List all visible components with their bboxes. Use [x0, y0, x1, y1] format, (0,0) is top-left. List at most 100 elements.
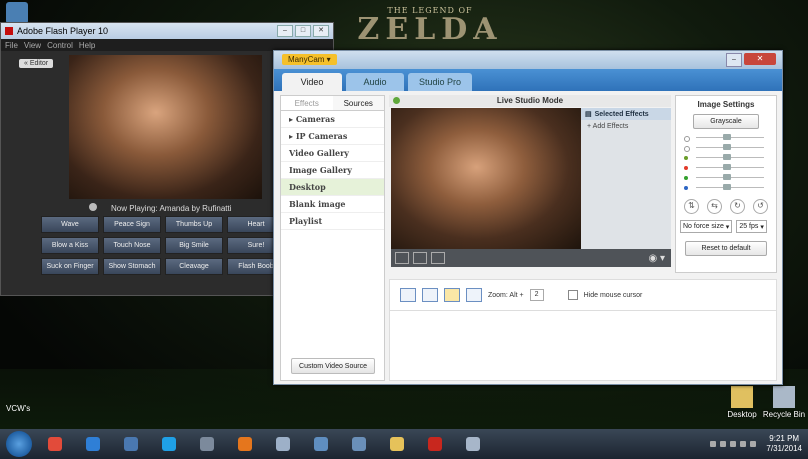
menu-control[interactable]: Control — [47, 41, 73, 50]
taskbar-app[interactable] — [456, 432, 490, 456]
action-button[interactable]: Cleavage — [165, 258, 223, 275]
preview-toolbar: ◉ ▾ — [391, 249, 671, 267]
source-item-cameras[interactable]: ▸ Cameras — [281, 111, 384, 128]
tray-icon[interactable] — [730, 441, 737, 447]
manycam-window[interactable]: ManyCam ▾ – ✕ Video Audio Studio Pro Eff… — [273, 50, 783, 385]
disc-icon — [314, 437, 328, 451]
capture-window-icon[interactable] — [422, 288, 438, 302]
taskbar-app[interactable] — [380, 432, 414, 456]
source-item-image-gallery[interactable]: Image Gallery — [281, 162, 384, 179]
menu-view[interactable]: View — [24, 41, 41, 50]
capture-full-screen-icon[interactable] — [400, 288, 416, 302]
capture-follow-icon[interactable] — [466, 288, 482, 302]
single-view-icon[interactable] — [395, 252, 409, 264]
capture-area-icon[interactable] — [444, 288, 460, 302]
saturation-slider[interactable] — [684, 153, 768, 163]
add-effects-button[interactable]: + Add Effects — [581, 120, 671, 133]
blue-slider[interactable] — [684, 183, 768, 193]
force-size-select[interactable]: No force size ▾ — [680, 220, 733, 233]
flash-video-frame — [69, 55, 262, 199]
clock[interactable]: 9:21 PM 7/31/2014 — [766, 434, 802, 454]
taskbar-app[interactable] — [228, 432, 262, 456]
flash-icon — [5, 27, 13, 35]
flip-horizontal-icon[interactable]: ⇆ — [707, 199, 722, 214]
recycle-bin-icon — [773, 386, 795, 408]
menu-file[interactable]: File — [5, 41, 18, 50]
brightness-slider[interactable] — [684, 133, 768, 143]
tab-effects[interactable]: Effects — [281, 96, 333, 110]
manycam-brand-menu[interactable]: ManyCam ▾ — [282, 54, 337, 65]
desktop-folder-shortcut[interactable]: Desktop — [722, 386, 762, 419]
window-icon — [276, 437, 290, 451]
clock-time: 9:21 PM — [769, 434, 800, 443]
live-status-icon — [393, 97, 400, 104]
video-preview[interactable] — [391, 108, 581, 249]
tray-icon[interactable] — [720, 441, 727, 447]
force-size-value: No force size — [683, 223, 724, 230]
action-button[interactable]: Peace Sign — [103, 216, 161, 233]
rotate-left-icon[interactable]: ↺ — [753, 199, 768, 214]
action-button[interactable]: Show Stomach — [103, 258, 161, 275]
image-settings-panel: Image Settings Grayscale ⇅ ⇆ ↻ ↺ No forc… — [675, 95, 777, 273]
red-slider[interactable] — [684, 163, 768, 173]
folder-icon — [390, 437, 404, 451]
tab-sources[interactable]: Sources — [332, 96, 384, 110]
manycam-titlebar[interactable]: ManyCam ▾ – ✕ — [274, 51, 782, 69]
tab-audio[interactable]: Audio — [346, 73, 404, 91]
tab-video[interactable]: Video — [282, 73, 342, 91]
taskbar: 9:21 PM 7/31/2014 — [0, 429, 808, 459]
minimize-button[interactable]: – — [726, 53, 742, 67]
taskbar-app[interactable] — [114, 432, 148, 456]
taskbar-app[interactable] — [190, 432, 224, 456]
tab-studio-pro[interactable]: Studio Pro — [408, 73, 472, 91]
zoom-label: Zoom: Alt + — [488, 291, 524, 299]
custom-video-source-button[interactable]: Custom Video Source — [291, 358, 375, 374]
flip-vertical-icon[interactable]: ⇅ — [684, 199, 699, 214]
start-button[interactable] — [6, 431, 32, 457]
taskbar-app[interactable] — [418, 432, 452, 456]
reset-to-default-button[interactable]: Reset to default — [685, 241, 767, 256]
action-button[interactable]: Suck on Finger — [41, 258, 99, 275]
taskbar-app[interactable] — [38, 432, 72, 456]
contrast-slider[interactable] — [684, 143, 768, 153]
editor-button[interactable]: « Editor — [19, 59, 54, 68]
source-item-desktop[interactable]: Desktop — [281, 179, 384, 196]
camera-snapshot-icon[interactable]: ◉ ▾ — [648, 253, 665, 264]
action-button[interactable]: Thumbs Up — [165, 216, 223, 233]
rotate-right-icon[interactable]: ↻ — [730, 199, 745, 214]
close-icon[interactable]: ✕ — [744, 53, 776, 65]
source-item-video-gallery[interactable]: Video Gallery — [281, 145, 384, 162]
split-view-icon[interactable] — [413, 252, 427, 264]
minimize-button[interactable]: – — [277, 25, 293, 37]
action-button[interactable]: Blow a Kiss — [41, 237, 99, 254]
maximize-button[interactable]: □ — [295, 25, 311, 37]
source-item-playlist[interactable]: Playlist — [281, 213, 384, 230]
zoom-input[interactable]: 2 — [529, 289, 544, 301]
action-button[interactable]: Big Smile — [165, 237, 223, 254]
taskbar-app[interactable] — [342, 432, 376, 456]
source-item-blank-image[interactable]: Blank image — [281, 196, 384, 213]
fps-select[interactable]: 25 fps ▾ — [736, 220, 767, 233]
wallpaper-title: THE LEGEND OF ZELDA — [330, 6, 530, 50]
taskbar-app[interactable] — [266, 432, 300, 456]
taskbar-app[interactable] — [76, 432, 110, 456]
taskbar-app[interactable] — [304, 432, 338, 456]
green-slider[interactable] — [684, 173, 768, 183]
close-button[interactable]: ✕ — [313, 25, 329, 37]
menu-help[interactable]: Help — [79, 41, 95, 50]
action-button[interactable]: Wave — [41, 216, 99, 233]
grid-view-icon[interactable] — [431, 252, 445, 264]
source-item-ip-cameras[interactable]: ▸ IP Cameras — [281, 128, 384, 145]
grayscale-button[interactable]: Grayscale — [693, 114, 759, 129]
recycle-bin-shortcut[interactable]: Recycle Bin — [762, 386, 806, 419]
hide-cursor-checkbox[interactable] — [567, 290, 578, 300]
selected-effects-panel: ▤ Selected Effects + Add Effects — [581, 108, 671, 249]
tray-icon[interactable] — [740, 441, 747, 447]
explorer-icon — [124, 437, 138, 451]
taskbar-app[interactable] — [152, 432, 186, 456]
tray-icon[interactable] — [710, 441, 717, 447]
action-button[interactable]: Touch Nose — [103, 237, 161, 254]
flash-icon — [428, 437, 442, 451]
volume-icon[interactable] — [750, 441, 757, 447]
flash-titlebar[interactable]: Adobe Flash Player 10 – □ ✕ — [1, 23, 333, 39]
